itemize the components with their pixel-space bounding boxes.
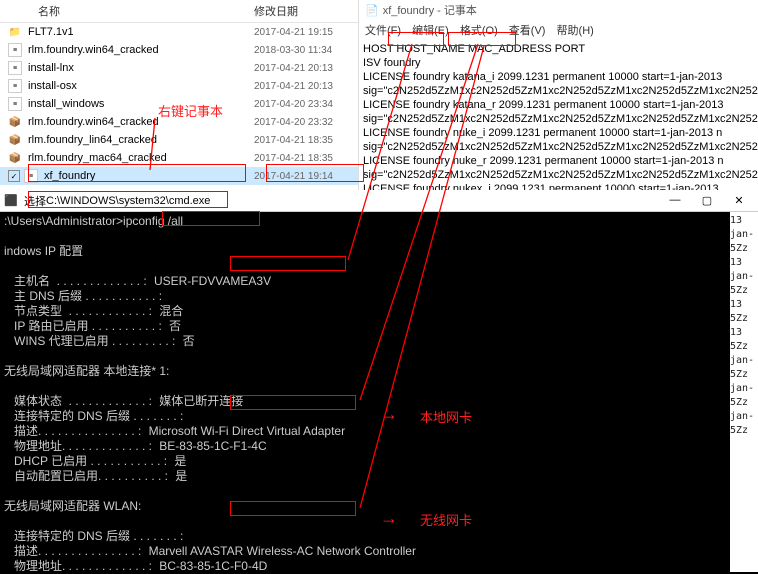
cmd-output[interactable]: :\Users\Administrator>ipconfig /all indo… <box>0 212 758 574</box>
file-row[interactable]: ≡rlm.foundry.win64_cracked2018-03-30 11:… <box>0 41 372 59</box>
txt-icon: ≡ <box>8 79 22 93</box>
notepad-content[interactable]: HOST HOST_NAME MAC_ADDRESS PORT ISV foun… <box>359 40 758 212</box>
notepad-icon: 📄 <box>365 4 379 17</box>
menu-file[interactable]: 文件(F) <box>365 25 401 37</box>
maximize-icon[interactable]: ▢ <box>692 194 722 207</box>
zip-icon: 📦 <box>8 133 22 147</box>
window-controls: — ▢ ✕ <box>660 194 754 207</box>
file-explorer: 名称 修改日期 📁FLT7.1v12017-04-21 19:15 ≡rlm.f… <box>0 0 372 190</box>
notepad-menu: 文件(F) 编辑(E) 格式(O) 查看(V) 帮助(H) <box>359 20 758 40</box>
close-icon[interactable]: ✕ <box>724 194 754 207</box>
notepad-window: 📄 xf_foundry - 记事本 文件(F) 编辑(E) 格式(O) 查看(… <box>358 0 758 190</box>
txt-icon: ≡ <box>24 169 38 183</box>
txt-icon: ≡ <box>8 97 22 111</box>
txt-icon: ≡ <box>8 61 22 75</box>
file-row[interactable]: ≡install-osx2017-04-21 20:13 <box>0 77 372 95</box>
zip-icon: 📦 <box>8 151 22 165</box>
cmd-title-path: C:\WINDOWS\system32\cmd.exe <box>46 195 660 207</box>
col-name-header[interactable]: 名称 <box>8 3 254 19</box>
right-overflow-strip: 13 jan- 5Zz 13 jan- 5Zz 13 5Zz 13 5Zz ja… <box>730 212 758 572</box>
file-row[interactable]: 📦rlm.foundry_lin64_cracked2017-04-21 18:… <box>0 131 372 149</box>
file-row-selected[interactable]: ✓≡xf_foundry2017-04-21 19:14 <box>0 167 372 185</box>
cmd-titlebar[interactable]: ⬛ 选择 C:\WINDOWS\system32\cmd.exe — ▢ ✕ <box>0 190 758 212</box>
folder-icon: 📁 <box>8 25 22 39</box>
notepad-titlebar: 📄 xf_foundry - 记事本 <box>359 0 758 20</box>
zip-icon: 📦 <box>8 115 22 129</box>
menu-format[interactable]: 格式(O) <box>460 25 498 37</box>
notepad-title-text: xf_foundry - 记事本 <box>383 2 477 18</box>
file-row[interactable]: ≡install-lnx2017-04-21 20:13 <box>0 59 372 77</box>
col-date-header[interactable]: 修改日期 <box>254 3 364 19</box>
file-row[interactable]: 📦rlm.foundry.win64_cracked2017-04-20 23:… <box>0 113 372 131</box>
file-list: 📁FLT7.1v12017-04-21 19:15 ≡rlm.foundry.w… <box>0 23 372 185</box>
txt-icon: ≡ <box>8 43 22 57</box>
menu-edit[interactable]: 编辑(E) <box>412 25 449 37</box>
cmd-icon: ⬛ <box>4 194 18 208</box>
checkbox-icon[interactable]: ✓ <box>8 170 20 182</box>
menu-help[interactable]: 帮助(H) <box>557 25 594 37</box>
minimize-icon[interactable]: — <box>660 194 690 207</box>
file-row[interactable]: 📦rlm.foundry_mac64_cracked2017-04-21 18:… <box>0 149 372 167</box>
explorer-columns: 名称 修改日期 <box>0 0 372 23</box>
menu-view[interactable]: 查看(V) <box>509 25 546 37</box>
cmd-title-prefix: 选择 <box>24 193 46 209</box>
file-row[interactable]: 📁FLT7.1v12017-04-21 19:15 <box>0 23 372 41</box>
cmd-window: ⬛ 选择 C:\WINDOWS\system32\cmd.exe — ▢ ✕ :… <box>0 190 758 574</box>
file-row[interactable]: ≡install_windows2017-04-20 23:34 <box>0 95 372 113</box>
